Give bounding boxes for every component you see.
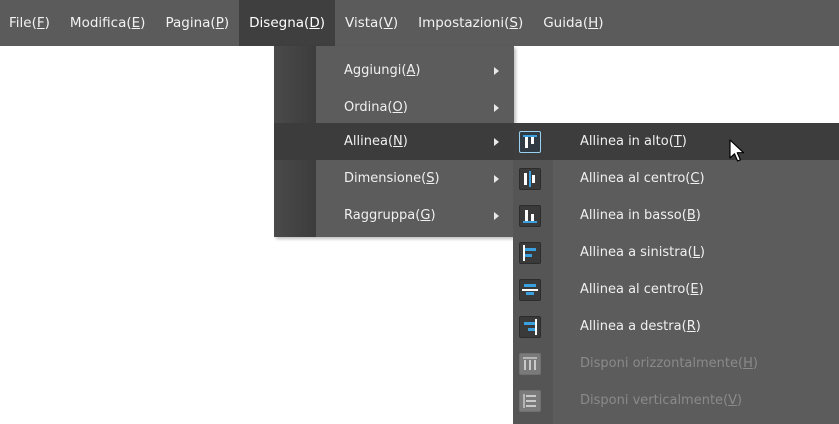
menu-impostazioni[interactable]: Impostazioni(S) [408,0,533,46]
submenu-arrow-icon [494,103,499,112]
menu-pagina[interactable]: Pagina(P) [155,0,239,46]
submenu-arrow-icon [494,174,499,183]
menu-item-dimensione[interactable]: Dimensione(S) [274,160,514,197]
submenu-arrow-icon [494,137,499,146]
disegna-dropdown-menu: Aggiungi(A) Ordina(O) Allinea(N) Dimensi… [274,46,514,237]
mouse-pointer-icon [729,139,745,162]
menu-item-allinea-a-destra[interactable]: Allinea a destra(R) [513,308,839,345]
submenu-arrow-icon [494,211,499,220]
menu-item-allinea-al-centro-orizzontale[interactable]: Allinea al centro(E) [513,271,839,308]
menu-modifica[interactable]: Modifica(E) [60,0,156,46]
distribute-horizontal-icon [519,353,541,375]
align-middle-icon [519,168,541,190]
menu-item-disponi-orizzontalmente: Disponi orizzontalmente(H) [513,345,839,382]
menu-item-raggruppa[interactable]: Raggruppa(G) [274,197,514,234]
align-right-icon [519,316,541,338]
menu-item-allinea[interactable]: Allinea(N) [274,123,514,160]
menu-item-allinea-al-centro-verticale[interactable]: Allinea al centro(C) [513,160,839,197]
menu-guida[interactable]: Guida(H) [533,0,613,46]
menu-item-ordina[interactable]: Ordina(O) [274,89,514,126]
submenu-arrow-icon [494,66,499,75]
menu-file[interactable]: File(F) [0,0,60,46]
align-left-icon [519,242,541,264]
align-center-icon [519,279,541,301]
menu-item-aggiungi[interactable]: Aggiungi(A) [274,52,514,89]
allinea-submenu: Allinea in alto(T) Allinea al centro(C) … [513,123,839,424]
distribute-vertical-icon [519,390,541,412]
menu-item-allinea-in-basso[interactable]: Allinea in basso(B) [513,197,839,234]
menu-bar: File(F) Modifica(E) Pagina(P) Disegna(D)… [0,0,839,46]
align-bottom-icon [519,205,541,227]
menu-item-allinea-in-alto[interactable]: Allinea in alto(T) [513,123,839,160]
menu-item-allinea-a-sinistra[interactable]: Allinea a sinistra(L) [513,234,839,271]
menu-disegna[interactable]: Disegna(D) [239,0,335,46]
menu-vista[interactable]: Vista(V) [335,0,408,46]
align-top-icon [519,131,541,153]
menu-item-disponi-verticalmente: Disponi verticalmente(V) [513,382,839,419]
